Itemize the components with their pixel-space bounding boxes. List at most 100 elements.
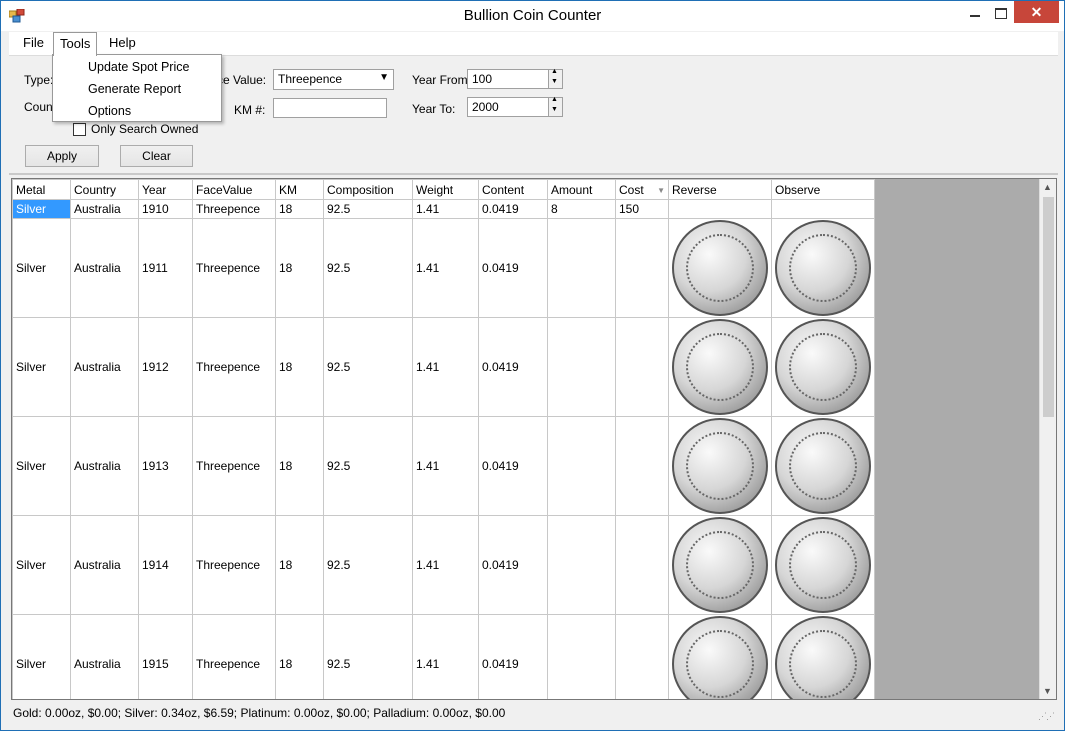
table-cell[interactable]: 18 [275, 218, 324, 318]
table-cell[interactable]: 18 [275, 515, 324, 615]
col-year[interactable]: Year [138, 179, 193, 200]
table-cell[interactable] [547, 515, 616, 615]
clear-button[interactable]: Clear [120, 145, 193, 167]
col-weight[interactable]: Weight [412, 179, 479, 200]
table-cell[interactable]: 1914 [138, 515, 193, 615]
table-cell[interactable]: 0.0419 [478, 317, 548, 417]
table-cell[interactable] [615, 515, 669, 615]
table-cell[interactable]: Threepence [192, 515, 276, 615]
resize-grip-icon[interactable]: ⋰⋰ [1038, 711, 1055, 722]
table-cell[interactable]: 1.41 [412, 317, 479, 417]
image-cell[interactable] [771, 317, 875, 417]
table-cell[interactable]: 18 [275, 416, 324, 516]
table-cell[interactable]: 1913 [138, 416, 193, 516]
table-cell[interactable]: Australia [70, 614, 139, 699]
image-cell[interactable] [668, 317, 772, 417]
maximize-button[interactable] [986, 1, 1016, 23]
table-cell[interactable]: 0.0419 [478, 614, 548, 699]
table-cell[interactable]: Silver [12, 416, 71, 516]
only-owned-checkbox[interactable] [73, 123, 86, 136]
table-cell[interactable]: 92.5 [323, 515, 413, 615]
table-cell[interactable]: 18 [275, 199, 324, 219]
table-cell[interactable]: Silver [12, 218, 71, 318]
table-cell[interactable]: 92.5 [323, 416, 413, 516]
image-cell[interactable] [668, 416, 772, 516]
table-cell[interactable]: Silver [12, 317, 71, 417]
col-metal[interactable]: Metal [12, 179, 71, 200]
col-km[interactable]: KM [275, 179, 324, 200]
year-to-input[interactable]: 2000 [467, 96, 563, 117]
table-row[interactable]: Silver Australia 1915 Threepence 18 92.5 1.41 0… [12, 614, 875, 699]
menu-update-spot-price[interactable]: Update Spot Price [88, 57, 189, 77]
face-value-select[interactable]: Threepence ▼ [273, 69, 394, 90]
table-cell[interactable]: 1915 [138, 614, 193, 699]
image-cell[interactable] [771, 199, 875, 219]
scroll-down-icon[interactable]: ▼ [1043, 686, 1052, 696]
table-cell[interactable] [615, 317, 669, 417]
km-input[interactable] [273, 98, 387, 118]
table-cell[interactable]: Silver [12, 199, 71, 219]
table-cell[interactable]: Australia [70, 515, 139, 615]
table-cell[interactable]: Threepence [192, 614, 276, 699]
menu-file[interactable]: File [17, 32, 50, 54]
table-cell[interactable]: Silver [12, 614, 71, 699]
table-cell[interactable]: 0.0419 [478, 416, 548, 516]
table-cell[interactable]: 1912 [138, 317, 193, 417]
table-row[interactable]: Silver Australia 1912 Threepence 18 92.5 1.41 0… [12, 317, 875, 417]
year-to-spinner[interactable] [548, 96, 562, 116]
image-cell[interactable] [668, 515, 772, 615]
table-cell[interactable] [615, 416, 669, 516]
image-cell[interactable] [771, 218, 875, 318]
table-cell[interactable]: 92.5 [323, 218, 413, 318]
col-cost[interactable]: Cost ▼ [615, 179, 669, 200]
table-cell[interactable]: 0.0419 [478, 515, 548, 615]
table-cell[interactable]: 8 [547, 199, 616, 219]
year-from-input[interactable]: 100 [467, 68, 563, 89]
table-cell[interactable]: Australia [70, 317, 139, 417]
scroll-thumb[interactable] [1043, 197, 1054, 417]
table-cell[interactable]: Threepence [192, 218, 276, 318]
image-cell[interactable] [668, 614, 772, 699]
table-cell[interactable] [615, 218, 669, 318]
menu-options[interactable]: Options [88, 101, 131, 121]
apply-button[interactable]: Apply [25, 145, 99, 167]
table-cell[interactable] [547, 218, 616, 318]
table-cell[interactable]: 1.41 [412, 614, 479, 699]
menu-help[interactable]: Help [103, 32, 142, 54]
table-cell[interactable]: 1911 [138, 218, 193, 318]
table-cell[interactable]: 92.5 [323, 199, 413, 219]
table-row[interactable]: Silver Australia 1914 Threepence 18 92.5 1.41 0… [12, 515, 875, 615]
table-cell[interactable]: 18 [275, 317, 324, 417]
table-cell[interactable]: Threepence [192, 199, 276, 219]
table-row[interactable]: Silver Australia 1913 Threepence 18 92.5 1.41 0… [12, 416, 875, 516]
table-cell[interactable]: 1.41 [412, 199, 479, 219]
close-button[interactable]: ✕ [1014, 1, 1059, 23]
table-cell[interactable] [615, 614, 669, 699]
table-cell[interactable]: Australia [70, 416, 139, 516]
table-cell[interactable] [547, 416, 616, 516]
table-cell[interactable]: Silver [12, 515, 71, 615]
table-cell[interactable] [547, 614, 616, 699]
table-row[interactable]: Silver Australia 1910 Threepence 18 92.5 1.41 0… [12, 199, 875, 219]
col-composition[interactable]: Composition [323, 179, 413, 200]
coin-grid[interactable]: Metal Country Year FaceValue KM Composit… [11, 178, 1057, 700]
col-amount[interactable]: Amount [547, 179, 616, 200]
table-cell[interactable]: Australia [70, 199, 139, 219]
menu-generate-report[interactable]: Generate Report [88, 79, 181, 99]
col-reverse[interactable]: Reverse [668, 179, 772, 200]
table-cell[interactable]: Australia [70, 218, 139, 318]
table-row[interactable]: Silver Australia 1911 Threepence 18 92.5 1.41 0… [12, 218, 875, 318]
image-cell[interactable] [771, 614, 875, 699]
table-cell[interactable]: 1910 [138, 199, 193, 219]
col-facevalue[interactable]: FaceValue [192, 179, 276, 200]
menu-tools[interactable]: Tools [53, 32, 98, 56]
table-cell[interactable]: Threepence [192, 317, 276, 417]
vertical-scrollbar[interactable]: ▲ ▼ [1039, 179, 1056, 699]
table-cell[interactable]: 150 [615, 199, 669, 219]
table-cell[interactable]: 1.41 [412, 515, 479, 615]
col-observe[interactable]: Observe [771, 179, 875, 200]
table-cell[interactable]: 92.5 [323, 614, 413, 699]
table-cell[interactable] [547, 317, 616, 417]
scroll-up-icon[interactable]: ▲ [1043, 182, 1052, 192]
image-cell[interactable] [771, 416, 875, 516]
